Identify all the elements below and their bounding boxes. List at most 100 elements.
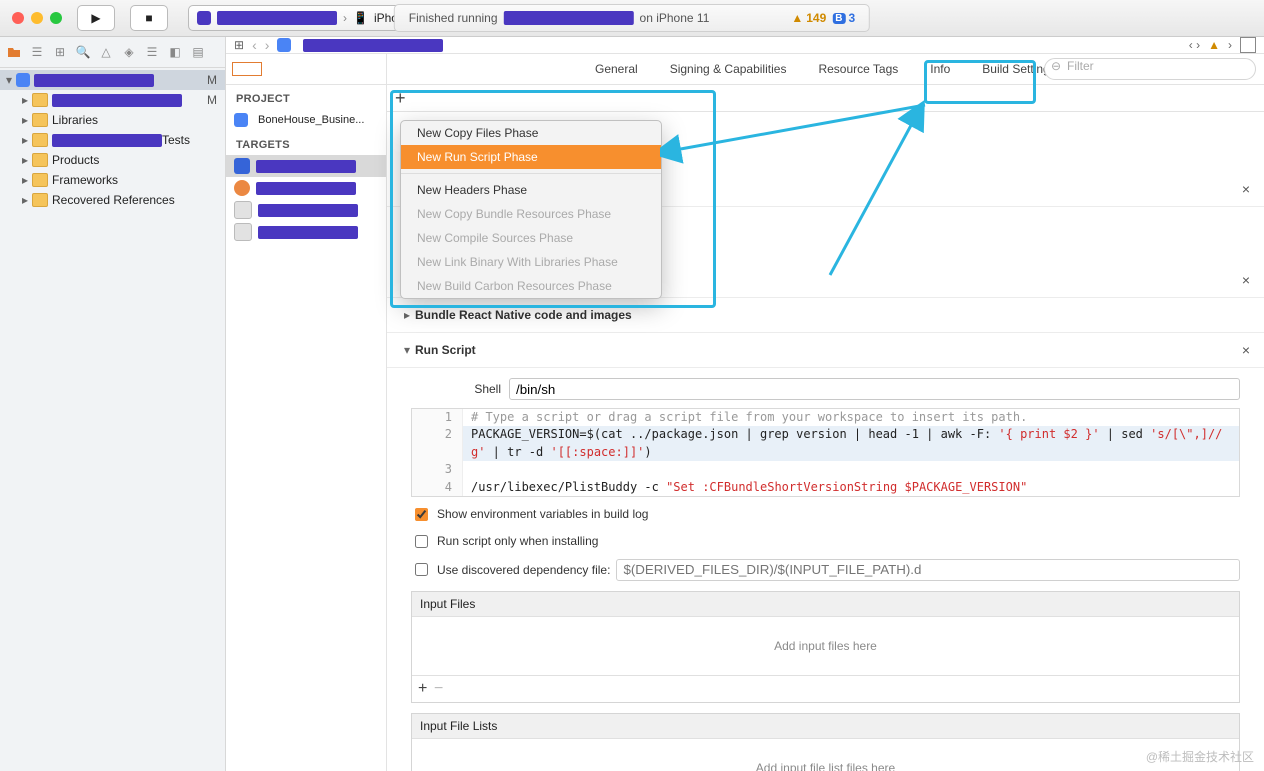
show-editor-only-icon[interactable] <box>232 62 262 76</box>
tab-signing[interactable]: Signing & Capabilities <box>670 62 787 76</box>
app-target-icon <box>234 180 250 196</box>
run-script-details: Shell 1# Type a script or drag a script … <box>387 368 1264 771</box>
phase-row[interactable]: ▸ Bundle React Native code and images <box>387 298 1264 333</box>
tab-resource-tags[interactable]: Resource Tags <box>818 62 898 76</box>
close-window-button[interactable] <box>12 12 24 24</box>
remove-input-file-button[interactable]: − <box>434 680 443 697</box>
folder-icon <box>32 153 48 167</box>
shell-label: Shell <box>411 382 501 396</box>
chevron-right-icon: › <box>343 11 347 25</box>
warning-icon[interactable]: ▲ <box>1208 38 1220 52</box>
warnings-badge[interactable]: ▲ 149 <box>791 11 826 25</box>
disclosure-triangle-icon[interactable]: ▾ <box>4 73 14 87</box>
disclosure-triangle-icon[interactable]: ▸ <box>20 93 30 107</box>
menu-item-headers[interactable]: New Headers Phase <box>401 178 661 202</box>
forward-button[interactable]: › <box>265 37 270 53</box>
activity-view[interactable]: Finished running on iPhone 11 ▲ 149 B 3 <box>394 4 870 32</box>
menu-item-carbon: New Build Carbon Resources Phase <box>401 274 661 298</box>
disclosure-triangle-icon[interactable]: ▾ <box>401 343 413 357</box>
symbol-navigator-tab[interactable]: ⊞ <box>52 44 68 60</box>
target-item[interactable] <box>226 177 386 199</box>
run-button[interactable]: ▶ <box>77 5 115 31</box>
tests-target-icon <box>234 201 252 219</box>
remove-phase-button[interactable]: × <box>1242 342 1250 358</box>
input-files-header: Input Files <box>412 592 1239 617</box>
only-installing-label: Run script only when installing <box>437 534 598 548</box>
tab-info[interactable]: Info <box>930 62 950 76</box>
report-navigator-tab[interactable]: ▤ <box>190 44 206 60</box>
xcode-project-icon <box>16 73 30 87</box>
project-item[interactable]: BoneHouse_Busine... <box>226 109 386 131</box>
group-node[interactable]: ▸ Frameworks <box>0 170 225 190</box>
target-editor-tabs: General Signing & Capabilities Resource … <box>387 54 1264 85</box>
source-control-navigator-tab[interactable]: ☰ <box>29 44 45 60</box>
redacted-target-name <box>258 226 358 239</box>
input-files-body: Add input files here <box>412 617 1239 675</box>
menu-item-copy-files[interactable]: New Copy Files Phase <box>401 121 661 145</box>
code-review-icon[interactable]: ‹ › <box>1189 38 1200 52</box>
watermark: @稀土掘金技术社区 <box>1146 748 1254 765</box>
folder-label: Libraries <box>52 113 221 127</box>
breakpoint-navigator-tab[interactable]: ◧ <box>167 44 183 60</box>
disclosure-triangle-icon[interactable]: ▸ <box>20 173 30 187</box>
project-root-node[interactable]: ▾ M <box>0 70 225 90</box>
xcode-project-icon <box>277 38 291 52</box>
related-items-icon[interactable]: ⊞ <box>234 38 244 52</box>
nav-right-icon[interactable]: › <box>1228 38 1232 52</box>
script-editor[interactable]: 1# Type a script or drag a script file f… <box>411 408 1240 497</box>
show-env-checkbox[interactable] <box>415 508 428 521</box>
remove-phase-button[interactable]: × <box>1242 272 1250 288</box>
phase-run-script[interactable]: ▾ Run Script × <box>387 333 1264 368</box>
minimize-window-button[interactable] <box>31 12 43 24</box>
group-node[interactable]: ▸ Recovered References <box>0 190 225 210</box>
group-node[interactable]: ▸ Products <box>0 150 225 170</box>
project-navigator-tab[interactable] <box>6 44 22 60</box>
group-node[interactable]: ▸ Tests <box>0 130 225 150</box>
input-file-lists-body: Add input file list files here <box>412 739 1239 771</box>
only-installing-checkbox[interactable] <box>415 535 428 548</box>
menu-item-copy-bundle: New Copy Bundle Resources Phase <box>401 202 661 226</box>
add-phase-menu: New Copy Files Phase New Run Script Phas… <box>400 120 662 299</box>
remove-phase-button[interactable]: × <box>1242 181 1250 197</box>
disclosure-triangle-icon[interactable]: ▸ <box>20 133 30 147</box>
warning-icon: ▲ <box>791 11 803 25</box>
issues-badge[interactable]: B 3 <box>832 11 855 25</box>
target-item[interactable] <box>226 199 386 221</box>
group-node[interactable]: ▸ M <box>0 90 225 110</box>
scm-status: M <box>207 93 217 107</box>
phase-label: Run Script <box>415 343 476 357</box>
disclosure-triangle-icon[interactable]: ▸ <box>20 193 30 207</box>
discovered-dep-field[interactable] <box>616 559 1240 581</box>
zoom-window-button[interactable] <box>50 12 62 24</box>
test-navigator-tab[interactable]: ◈ <box>121 44 137 60</box>
disclosure-triangle-icon[interactable]: ▸ <box>20 113 30 127</box>
group-node[interactable]: ▸ Libraries <box>0 110 225 130</box>
input-file-lists-header: Input File Lists <box>412 714 1239 739</box>
discovered-dep-row: Use discovered dependency file: <box>411 559 1240 581</box>
debug-navigator-tab[interactable]: ☰ <box>144 44 160 60</box>
discovered-dep-checkbox[interactable] <box>415 563 428 576</box>
status-text-prefix: Finished running <box>409 11 498 25</box>
tab-general[interactable]: General <box>595 62 638 76</box>
traffic-lights <box>12 12 62 24</box>
adjust-editor-button[interactable] <box>1240 37 1256 53</box>
target-item[interactable] <box>226 155 386 177</box>
scm-status: M <box>207 73 217 87</box>
filter-field[interactable]: ⊖ Filter <box>1044 58 1256 80</box>
project-item-label: BoneHouse_Busine... <box>258 114 364 126</box>
navigator-tabs: ☰ ⊞ 🔍 △ ◈ ☰ ◧ ▤ <box>0 37 225 68</box>
redacted-path <box>303 39 443 52</box>
back-button[interactable]: ‹ <box>252 37 257 53</box>
menu-item-run-script[interactable]: New Run Script Phase <box>401 145 661 169</box>
disclosure-triangle-icon[interactable]: ▸ <box>20 153 30 167</box>
issue-navigator-tab[interactable]: △ <box>98 44 114 60</box>
find-navigator-tab[interactable]: 🔍 <box>75 44 91 60</box>
phase-toolbar: + <box>387 85 1264 112</box>
stop-button[interactable]: ■ <box>130 5 168 31</box>
add-input-file-button[interactable]: + <box>418 680 427 697</box>
shell-input[interactable] <box>509 378 1240 400</box>
editor-tabstrip <box>226 54 386 85</box>
add-phase-button[interactable]: + <box>395 89 406 107</box>
disclosure-triangle-icon[interactable]: ▸ <box>401 308 413 322</box>
target-item[interactable] <box>226 221 386 243</box>
